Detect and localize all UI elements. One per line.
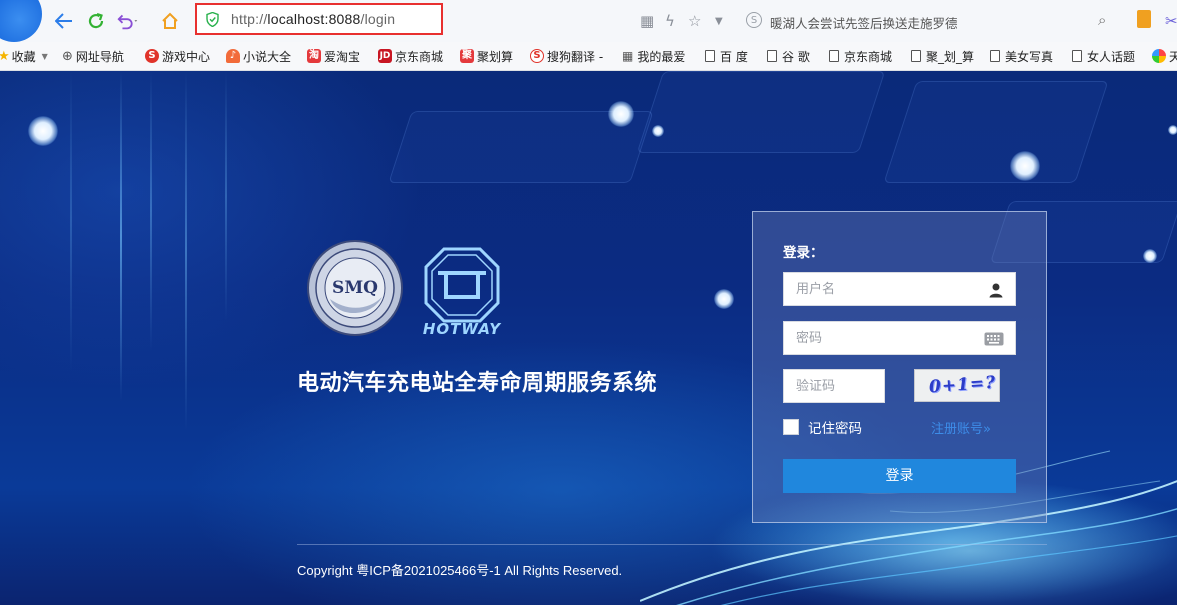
bookmark-games[interactable]: S 游戏中心	[145, 48, 210, 64]
book-icon: ♪	[226, 49, 240, 63]
seal-text: SMQ	[332, 278, 378, 298]
extension-icon[interactable]	[1137, 10, 1151, 28]
captcha-field[interactable]	[783, 369, 885, 403]
globe-icon: ⊕	[62, 48, 73, 64]
secure-shield-icon	[206, 12, 219, 27]
page-icon	[990, 50, 1000, 62]
background-streak	[150, 71, 152, 351]
search-box[interactable]: S 暖湖人会尝试先签后换送走施罗德 ⌕	[740, 9, 1120, 33]
bookmarks-bar: ★ 收藏 ▼ ⊕ 网址导航 S 游戏中心 ♪ 小说大全 淘 爱淘宝 JD 京东商…	[0, 42, 1177, 71]
background-orb	[28, 116, 58, 146]
star-icon: ★	[0, 48, 10, 64]
background-streak	[120, 71, 122, 401]
page-icon	[705, 50, 715, 62]
username-input[interactable]	[784, 273, 1015, 305]
captcha-image[interactable]: 0+1=?	[914, 369, 1000, 402]
bookmark-juhuasuan[interactable]: 聚 聚划算	[460, 48, 513, 64]
remember-checkbox[interactable]	[783, 419, 799, 435]
bookmark-baidu[interactable]: 百 度	[705, 48, 748, 64]
login-title: 登录：	[783, 245, 824, 261]
bookmark-taobao[interactable]: 淘 爱淘宝	[307, 48, 360, 64]
login-panel: 登录： 0+1=? 记住密码 注册账号» 登录	[752, 211, 1047, 523]
taobao-icon: 淘	[307, 49, 321, 63]
background-orb	[1143, 249, 1157, 263]
bookmark-juhuasuan-2[interactable]: 聚_划_算	[911, 48, 974, 64]
password-field[interactable]	[783, 321, 1016, 355]
page-icon	[829, 50, 839, 62]
bookmark-jd-2[interactable]: 京东商城	[829, 48, 892, 64]
background-orb	[1168, 125, 1177, 135]
juhuasuan-icon: 聚	[460, 49, 474, 63]
browser-toolbar: http://localhost:8088/login ▦ ϟ ☆ ▼ S 暖湖…	[0, 0, 1177, 43]
address-url[interactable]: http://localhost:8088/login	[231, 11, 395, 27]
background-glass-panel	[636, 71, 886, 153]
scissors-icon[interactable]: ✂	[1165, 12, 1177, 30]
bookmark-sogou-translate[interactable]: S 搜狗翻译 -	[530, 48, 603, 64]
page-icon	[911, 50, 921, 62]
password-input[interactable]	[784, 322, 1015, 354]
game-icon: S	[145, 49, 159, 63]
browser-logo-icon	[0, 0, 42, 42]
login-button[interactable]: 登录	[783, 459, 1016, 493]
bookmark-photos[interactable]: 美女写真	[990, 48, 1053, 64]
background-glass-panel	[883, 81, 1109, 183]
background-streak	[185, 71, 187, 431]
bookmark-novels[interactable]: ♪ 小说大全	[226, 48, 291, 64]
background-orb	[608, 101, 634, 127]
search-hint: 暖湖人会尝试先签后换送走施罗德	[770, 16, 958, 31]
register-link[interactable]: 注册账号»	[931, 418, 991, 437]
keyboard-icon	[984, 332, 1004, 346]
page-icon	[1072, 50, 1082, 62]
background-streak	[225, 71, 227, 321]
system-title: 电动汽车充电站全寿命周期服务系统	[297, 371, 658, 396]
remember-password[interactable]: 记住密码	[783, 418, 862, 437]
qr-code-icon[interactable]: ▦	[640, 12, 654, 30]
undo-icon[interactable]	[116, 9, 140, 33]
footer-divider	[297, 544, 1047, 545]
sogou-search-icon: S	[746, 12, 762, 28]
grid-icon: ▦	[622, 49, 634, 63]
captcha-text: 0+1=?	[928, 372, 997, 398]
jd-icon: JD	[378, 49, 392, 63]
user-icon	[989, 283, 1003, 298]
bookmark-my-favorites[interactable]: ▦ 我的最爱	[622, 48, 685, 64]
hotway-text: HOTWAY	[423, 320, 502, 335]
star-outline-icon[interactable]: ☆	[688, 12, 701, 30]
address-bar[interactable]: http://localhost:8088/login	[195, 3, 443, 35]
home-icon[interactable]	[158, 9, 182, 33]
remember-label: 记住密码	[808, 421, 862, 437]
background-orb	[1010, 151, 1040, 181]
bookmark-tian[interactable]: 天	[1152, 48, 1177, 64]
background-orb	[714, 289, 734, 309]
background-orb	[652, 125, 664, 137]
bookmark-google[interactable]: 谷 歌	[767, 48, 810, 64]
dropdown-arrow-icon[interactable]: ▼	[715, 16, 723, 27]
bookmark-jd[interactable]: JD 京东商城	[378, 48, 443, 64]
search-icon[interactable]: ⌕	[1098, 11, 1106, 29]
sogou-icon: S	[530, 49, 544, 63]
login-page: SMQ HOTWAY 电动汽车充电站全寿命周期服务系统 Copyright 粤I…	[0, 71, 1177, 605]
bookmark-topics[interactable]: 女人话题	[1072, 48, 1135, 64]
captcha-input[interactable]	[784, 370, 884, 402]
page-icon	[767, 50, 777, 62]
hotway-logo: HOTWAY	[423, 247, 502, 335]
refresh-icon[interactable]	[84, 9, 108, 33]
username-field[interactable]	[783, 272, 1016, 306]
lightning-icon[interactable]: ϟ	[665, 12, 675, 30]
back-icon[interactable]	[52, 9, 76, 33]
smq-seal-logo: SMQ	[307, 240, 403, 336]
background-streak	[70, 71, 72, 371]
chevron-down-icon: ▼	[41, 51, 48, 61]
bookmark-favorites[interactable]: ★ 收藏 ▼	[0, 48, 48, 64]
colorful-icon	[1152, 49, 1166, 63]
copyright-text: Copyright 粤ICP备2021025466号-1 All Rights …	[297, 563, 623, 578]
bookmark-nav[interactable]: ⊕ 网址导航	[62, 48, 124, 64]
